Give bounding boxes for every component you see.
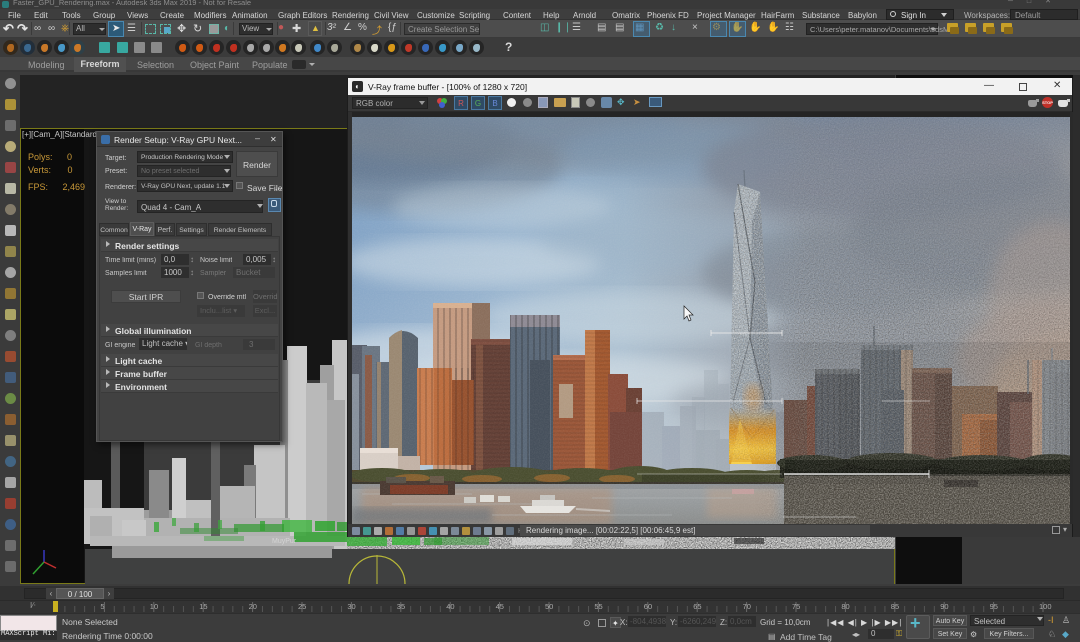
svg-text:MuyPur: MuyPur (272, 538, 297, 545)
